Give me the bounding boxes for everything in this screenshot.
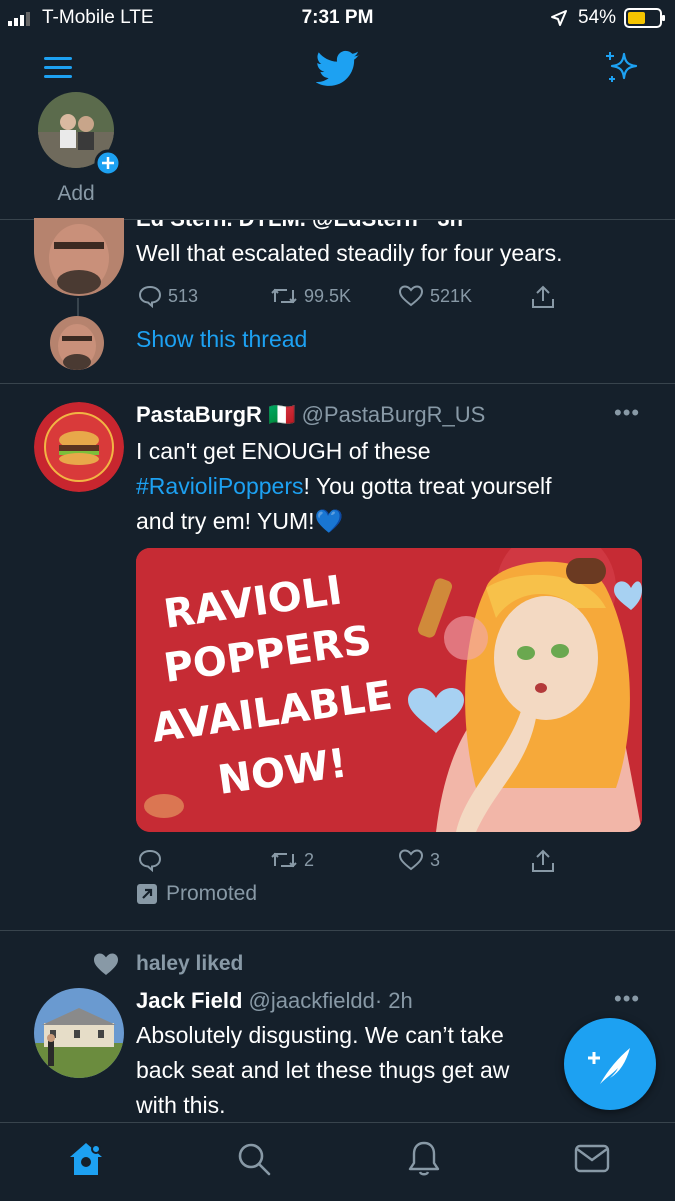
twitter-bird-icon bbox=[316, 50, 360, 86]
retweet-icon bbox=[271, 852, 297, 868]
heart-icon bbox=[398, 849, 424, 871]
hamburger-icon[interactable] bbox=[44, 56, 72, 80]
display-name[interactable]: Jack Field bbox=[136, 988, 242, 1013]
tweet-divider bbox=[0, 383, 675, 384]
tweet-text-line: and try em! YUM!💙 bbox=[136, 504, 646, 539]
hashtag-link[interactable]: #RavioliPoppers bbox=[136, 473, 303, 499]
tweet-text-line: #RavioliPoppers! You gotta treat yoursel… bbox=[136, 469, 646, 504]
add-fleet-icon[interactable] bbox=[94, 149, 122, 177]
share-icon[interactable] bbox=[530, 848, 556, 874]
handle[interactable]: @jaackfieldd bbox=[249, 988, 375, 1013]
tweet-avatar[interactable] bbox=[34, 402, 124, 492]
timestamp: · 2h bbox=[374, 988, 413, 1013]
liked-heart-icon bbox=[94, 953, 118, 975]
reply-button[interactable]: 513 bbox=[138, 284, 198, 308]
tweet-divider bbox=[0, 930, 675, 931]
battery-percent: 54% bbox=[578, 7, 617, 28]
tweet-avatar[interactable] bbox=[34, 218, 124, 296]
show-thread-link[interactable]: Show this thread bbox=[136, 326, 307, 353]
retweet-count: 99.5K bbox=[304, 285, 352, 306]
like-count: 521K bbox=[430, 285, 473, 306]
tweet-text-fragment: ! You gotta treat yourself bbox=[303, 473, 552, 499]
retweet-icon bbox=[271, 288, 297, 304]
promoted-text: Promoted bbox=[166, 882, 258, 905]
thread-avatar[interactable] bbox=[50, 316, 104, 370]
promo-image: RAVIOLI POPPERS AVAILABLE NOW! bbox=[136, 548, 642, 832]
retweet-count: 2 bbox=[304, 849, 315, 870]
like-button[interactable]: 521K bbox=[398, 284, 472, 308]
tweet-name-line: Jack Field @jaackfieldd· 2h bbox=[136, 988, 413, 1014]
tweet-text: I can't get ENOUGH of these #RavioliPopp… bbox=[136, 434, 646, 539]
reply-icon bbox=[138, 285, 162, 308]
handle[interactable]: @PastaBurgR_US bbox=[302, 402, 486, 427]
top-bar bbox=[0, 36, 675, 100]
retweet-button[interactable]: 2 bbox=[270, 848, 314, 872]
promoted-icon bbox=[137, 884, 157, 904]
retweet-button[interactable]: 99.5K bbox=[270, 284, 351, 308]
tweet-text: Well that escalated steadily for four ye… bbox=[136, 240, 563, 266]
like-count: 3 bbox=[430, 849, 441, 870]
promoted-label: Promoted bbox=[136, 882, 257, 906]
thread-line bbox=[77, 298, 79, 316]
home-icon[interactable] bbox=[66, 1139, 106, 1179]
compose-tweet-button[interactable] bbox=[564, 1018, 656, 1110]
tweet-avatar[interactable] bbox=[34, 988, 124, 1078]
share-icon[interactable] bbox=[530, 284, 556, 310]
reply-button[interactable] bbox=[138, 848, 168, 872]
search-icon[interactable] bbox=[236, 1141, 272, 1177]
bottom-tab-bar bbox=[0, 1122, 675, 1201]
compose-tweet-icon bbox=[588, 1048, 630, 1084]
reply-count: 513 bbox=[168, 285, 199, 306]
tweet-text-fragment: and try em! YUM! bbox=[136, 508, 315, 534]
sparkle-icon[interactable] bbox=[602, 50, 642, 86]
add-fleet-label: Add bbox=[57, 182, 95, 205]
mail-icon[interactable] bbox=[574, 1143, 610, 1175]
battery-icon bbox=[624, 8, 665, 28]
heart-icon bbox=[398, 285, 424, 307]
more-options-icon[interactable]: ••• bbox=[614, 400, 640, 426]
tweet-media[interactable]: RAVIOLI POPPERS AVAILABLE NOW! bbox=[136, 548, 642, 832]
tweet-name-line: Ed Stern. DTLM. @EdStern · 3h bbox=[136, 220, 463, 232]
status-bar: T-Mobile LTE 7:31 PM 54% bbox=[0, 0, 675, 36]
more-options-icon[interactable]: ••• bbox=[614, 986, 640, 1012]
flag-emoji: 🇮🇹 bbox=[268, 402, 296, 427]
blue-heart-emoji: 💙 bbox=[314, 508, 344, 534]
tweet-name-line: PastaBurgR 🇮🇹 @PastaBurgR_US bbox=[136, 402, 485, 428]
like-button[interactable]: 3 bbox=[398, 848, 440, 872]
social-context: haley liked bbox=[136, 952, 244, 975]
display-name[interactable]: PastaBurgR bbox=[136, 402, 262, 427]
bell-icon[interactable] bbox=[406, 1139, 442, 1179]
location-arrow-icon bbox=[551, 10, 567, 26]
reply-icon bbox=[138, 849, 162, 872]
clock: 7:31 PM bbox=[301, 7, 374, 28]
tweet-text-line: I can't get ENOUGH of these bbox=[136, 438, 431, 464]
